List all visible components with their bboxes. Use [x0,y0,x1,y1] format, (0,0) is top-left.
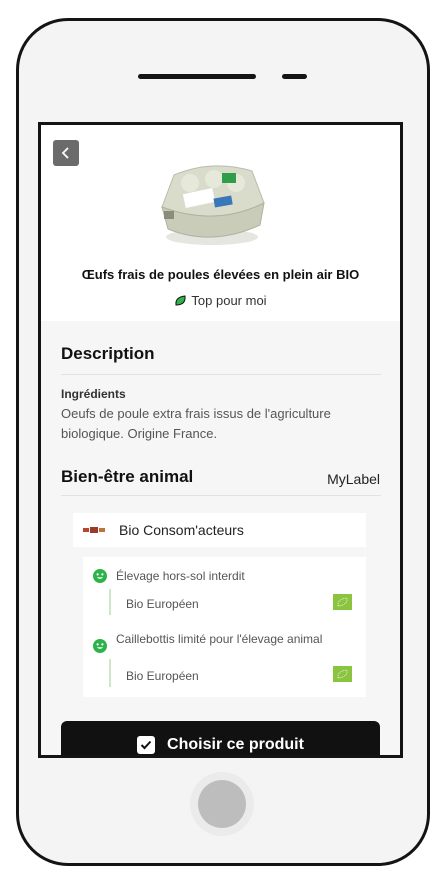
eu-organic-leaf-icon [333,594,352,610]
leaf-icon [175,295,186,306]
product-title: Œufs frais de poules élevées en plein ai… [81,267,360,282]
description-heading: Description [61,344,155,363]
criterion-connector [109,589,111,615]
choose-product-button[interactable]: Choisir ce produit [61,721,380,755]
eu-organic-leaf-icon [333,666,352,682]
criterion-text: Caillebottis limité pour l'élevage anima… [116,632,323,646]
criterion-connector [109,659,111,687]
home-button-center [198,780,246,828]
certification-name: Bio Consom'acteurs [119,522,244,538]
match-badge: Top pour moi [41,293,400,308]
certification-header[interactable]: Bio Consom'acteurs [73,513,366,547]
criterion-text: Élevage hors-sol interdit [116,569,245,583]
choose-product-label: Choisir ce produit [167,736,304,753]
checkbox-icon [137,736,156,754]
label-source: MyLabel [327,471,380,487]
bio-consomacteurs-logo-icon [83,525,105,535]
ingredients-text: Oeufs de poule extra frais issus de l'ag… [61,406,331,441]
badge-label: Top pour moi [191,293,267,308]
animal-welfare-heading: Bien-être animal [61,467,194,486]
happy-face-icon [93,569,107,583]
phone-camera [282,74,307,79]
egg-carton-image [161,165,265,245]
happy-face-icon [93,639,107,653]
app-screen: Œufs frais de poules élevées en plein ai… [38,122,403,758]
ingredients-label: Ingrédients [61,387,126,401]
phone-home-button[interactable] [190,772,254,836]
divider [61,495,381,496]
criterion-label: Bio Européen [126,669,199,683]
chevron-left-icon [61,147,69,159]
divider [61,374,381,375]
criteria-list: Élevage hors-sol interdit Bio Européen C… [83,557,366,697]
criterion-label: Bio Européen [126,597,199,611]
back-button[interactable] [53,140,79,166]
phone-speaker [138,74,256,79]
